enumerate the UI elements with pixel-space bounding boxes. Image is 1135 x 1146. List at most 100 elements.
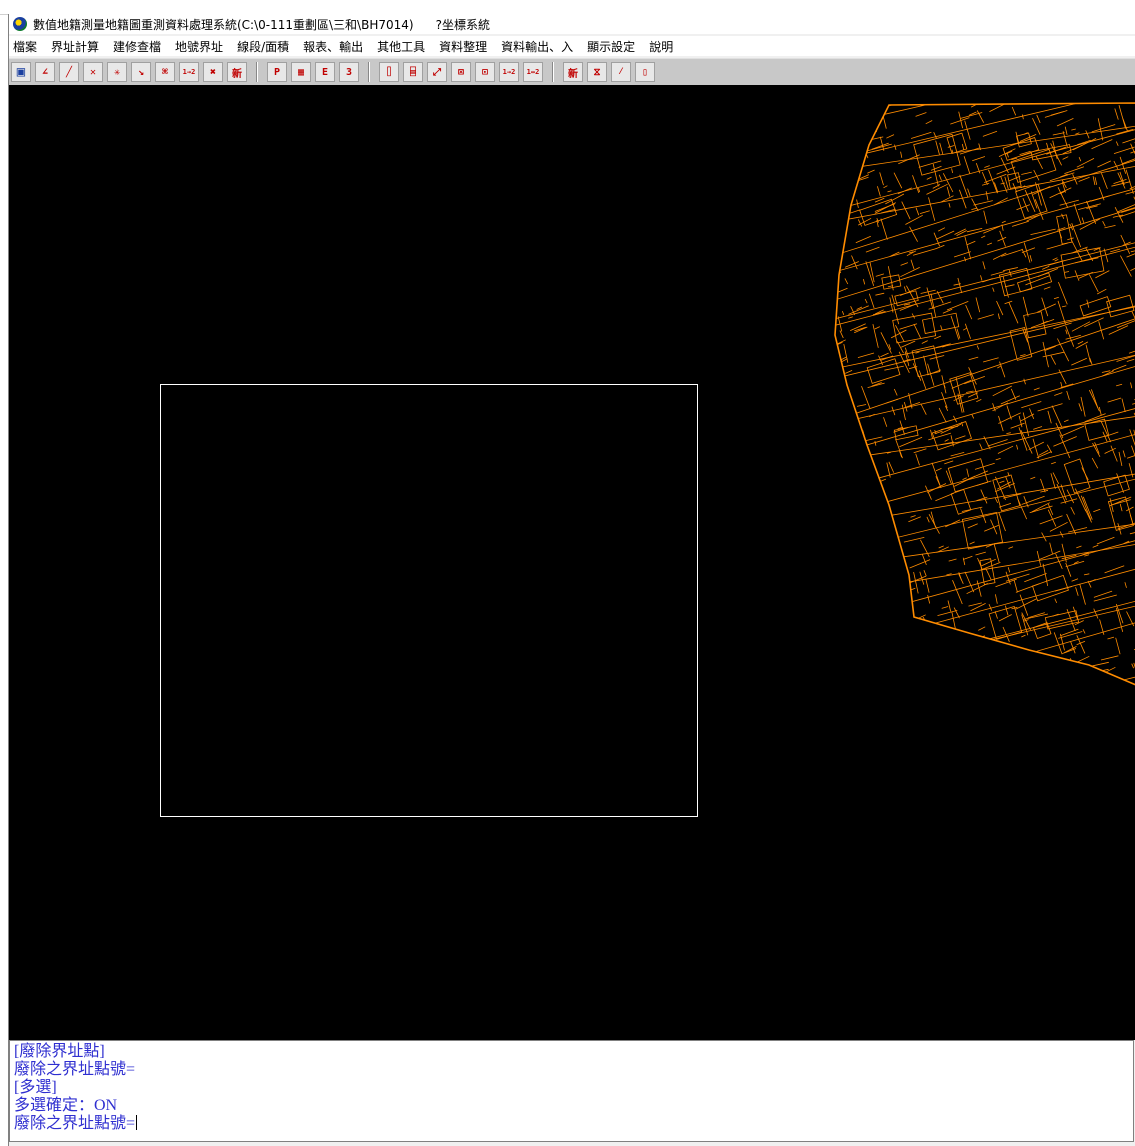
parcel-line	[1075, 587, 1079, 596]
new-line-icon-button[interactable]: 新	[563, 62, 583, 82]
parcel-line	[842, 497, 852, 520]
rect-corner-icon-button[interactable]: ⌸	[403, 62, 423, 82]
parcel-line	[1053, 296, 1059, 300]
parcel-line	[1049, 521, 1068, 532]
parcel-line	[873, 626, 882, 631]
drawing-canvas[interactable]	[9, 85, 1135, 1040]
menu-boundary-calc[interactable]: 界址計算	[44, 38, 106, 55]
parcel-line	[946, 186, 951, 197]
parcel-line	[1060, 383, 1074, 388]
transform-icon: ⌘	[161, 66, 169, 78]
coordinate-system-label[interactable]: ?坐標系統	[436, 16, 490, 33]
parcel-line	[1120, 255, 1132, 277]
delete-point-icon-button[interactable]: ✖	[203, 62, 223, 82]
parcel-line	[835, 471, 836, 481]
transform-icon-button[interactable]: ⌘	[155, 62, 175, 82]
parcel-line	[835, 206, 1135, 309]
parcel-line	[1047, 503, 1054, 516]
parcel-line	[1075, 132, 1080, 135]
parcel-line	[913, 448, 927, 454]
console-input-line[interactable]: 廢除之界址點號=	[14, 1115, 1129, 1133]
menu-lot-boundary[interactable]: 地號界址	[168, 38, 230, 55]
cross-line-icon-button[interactable]: ✕	[83, 62, 103, 82]
menu-line-area[interactable]: 線段/面積	[230, 38, 296, 55]
save-icon-button[interactable]: ▣	[11, 62, 31, 82]
parcel-line	[1070, 506, 1075, 515]
parcel-line	[885, 398, 899, 404]
title-bar: 數值地籍測量地籍圖重測資料處理系統(C:\0-111重劃區\三和\BH7014)…	[9, 14, 1135, 34]
parcel-line	[883, 666, 908, 674]
menu-help[interactable]: 說明	[642, 38, 680, 55]
bracket-icon-button[interactable]: ▯	[635, 62, 655, 82]
frame-icon-button[interactable]: ⊡	[475, 62, 495, 82]
e-output-icon-button[interactable]: E	[315, 62, 335, 82]
angle-point-icon-button[interactable]: ∠	[35, 62, 55, 82]
table-icon-button[interactable]: ▦	[291, 62, 311, 82]
cross-line-icon: ✕	[89, 66, 97, 78]
menu-data-cleanup[interactable]: 資料整理	[432, 38, 494, 55]
parcel-line	[913, 572, 919, 594]
parcel-line	[1004, 300, 1013, 305]
parcel-line	[927, 483, 947, 493]
parcel-line	[1033, 426, 1043, 430]
menu-report-output[interactable]: 報表、輸出	[296, 38, 370, 55]
parcel-line	[846, 523, 850, 531]
menu-build-edit[interactable]: 建修查檔	[106, 38, 168, 55]
parcel-block	[950, 489, 972, 515]
parcel-line	[1032, 438, 1040, 459]
parcel-line	[1022, 296, 1029, 317]
app-globe-icon[interactable]	[13, 17, 27, 31]
parcel-line	[835, 552, 839, 566]
parcel-line	[965, 304, 973, 320]
parcel-line	[858, 446, 864, 458]
multi-cross-icon-button[interactable]: ✳	[107, 62, 127, 82]
parcel-line	[973, 200, 993, 206]
menu-data-io[interactable]: 資料輸出、入	[494, 38, 580, 55]
seq-12-icon-button[interactable]: 1→2	[499, 62, 519, 82]
parcel-line	[1129, 531, 1135, 535]
parcel-line	[835, 523, 1135, 571]
parcel-line	[1053, 676, 1069, 682]
parcel-line	[1064, 271, 1070, 273]
parcel-line	[866, 549, 883, 555]
menu-display-settings[interactable]: 顯示設定	[580, 38, 642, 55]
console-line: 多選確定：ON	[14, 1097, 118, 1114]
box-x-icon-button[interactable]: ⊠	[451, 62, 471, 82]
parcel-line	[992, 252, 1007, 260]
parcel-line	[893, 672, 897, 685]
parcel-line	[903, 286, 907, 293]
parcel-line	[856, 404, 867, 407]
diagonal-icon-button[interactable]: ⤢	[427, 62, 447, 82]
parcel-line	[852, 669, 859, 685]
line-icon-button[interactable]: ╱	[59, 62, 79, 82]
new-point-icon-button[interactable]: 新	[227, 62, 247, 82]
diagonal-icon: ⤢	[433, 66, 441, 78]
parcel-line	[900, 151, 903, 158]
parcel-line	[1065, 325, 1075, 347]
renumber-12-icon-button[interactable]: 1→2	[179, 62, 199, 82]
hourglass-icon-button[interactable]: ⧖	[587, 62, 607, 82]
parcel-line	[975, 551, 986, 556]
parcel-line	[1102, 668, 1109, 671]
p-report-icon-button[interactable]: P	[267, 62, 287, 82]
command-console[interactable]: [廢除界址點] 廢除之界址點號= [多選] 多選確定：ON 廢除之界址點號=	[9, 1040, 1134, 1142]
parcel-line	[835, 242, 1135, 326]
parcel-line	[1102, 221, 1106, 227]
parcel-line	[1111, 181, 1131, 187]
menu-file[interactable]: 檔案	[9, 38, 44, 55]
parcel-line	[961, 143, 965, 151]
parcel-line	[923, 355, 929, 375]
rect-left-icon-button[interactable]: ⌷	[379, 62, 399, 82]
parcel-line	[999, 230, 1006, 247]
number-3-icon-button[interactable]: 3	[339, 62, 359, 82]
parcel-line	[953, 251, 971, 258]
snap-line-icon-button[interactable]: ↘	[131, 62, 151, 82]
parcel-line	[1043, 658, 1055, 681]
parcel-line	[1130, 267, 1135, 271]
parcel-line	[984, 524, 999, 532]
slash-icon-button[interactable]: ⁄	[611, 62, 631, 82]
seq-12-cross-icon-button[interactable]: 1↔2	[523, 62, 543, 82]
selection-rectangle[interactable]	[160, 384, 698, 817]
menu-other-tools[interactable]: 其他工具	[370, 38, 432, 55]
parcel-line	[1021, 612, 1031, 631]
